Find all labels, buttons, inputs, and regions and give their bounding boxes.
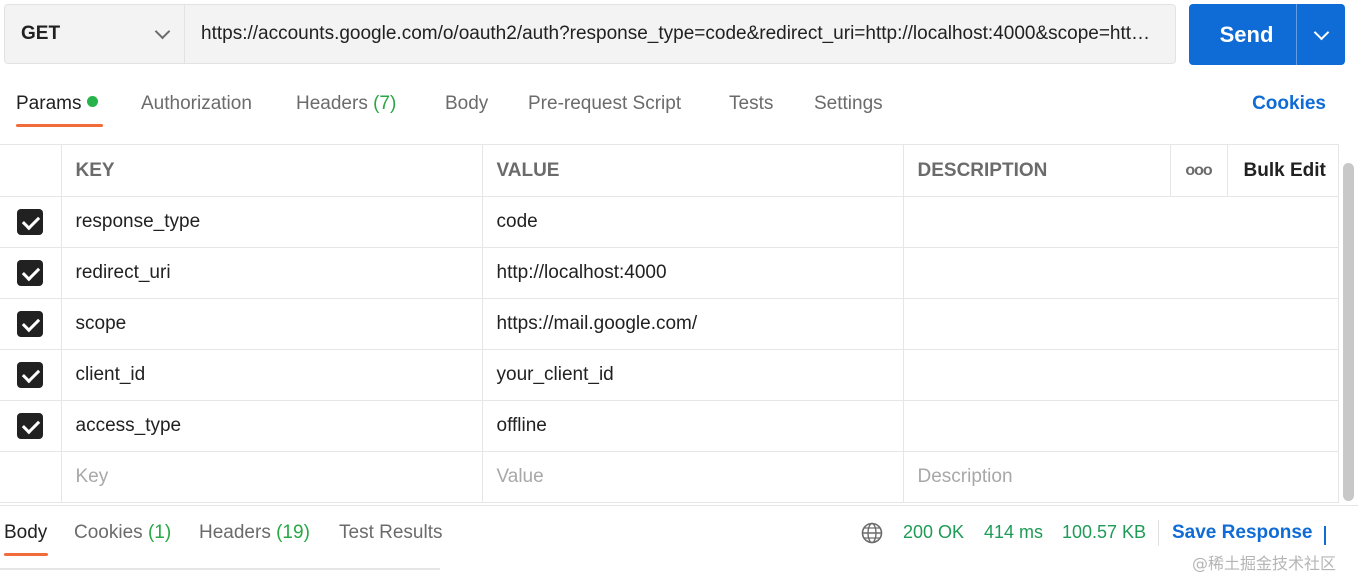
param-description-cell[interactable] — [902, 298, 1339, 350]
chevron-down-icon — [154, 23, 171, 40]
header-checkbox-cell — [0, 144, 62, 197]
tab-tests[interactable]: Tests — [729, 93, 773, 115]
checkbox-checked[interactable] — [17, 311, 44, 337]
response-tab-cookies[interactable]: Cookies (1) — [74, 522, 171, 544]
response-tab-cookies-count: (1) — [147, 522, 172, 543]
response-time[interactable]: 414 ms — [984, 522, 1043, 543]
globe-icon[interactable] — [861, 522, 883, 544]
column-header-description: DESCRIPTION — [902, 144, 1171, 197]
save-response-button[interactable]: Save Response — [1172, 522, 1312, 544]
method-label: GET — [21, 23, 61, 44]
watermark: @稀土掘金技术社区 — [1192, 554, 1337, 573]
more-options-icon[interactable]: ooo — [1169, 144, 1228, 197]
row-checkbox-cell — [0, 298, 62, 350]
new-param-row: Key Value Description — [0, 451, 1339, 503]
row-checkbox-cell — [0, 451, 62, 503]
tab-settings[interactable]: Settings — [814, 93, 883, 115]
param-value-cell[interactable]: https://mail.google.com/ — [481, 298, 904, 350]
tab-params[interactable]: Params — [16, 93, 99, 115]
new-key-input[interactable]: Key — [60, 451, 483, 503]
param-key-cell[interactable]: scope — [60, 298, 483, 350]
tab-headers-count: (7) — [373, 93, 397, 114]
param-description-cell[interactable] — [902, 349, 1339, 401]
vertical-scrollbar[interactable] — [1343, 163, 1354, 501]
row-checkbox-cell — [0, 196, 62, 248]
response-divider — [0, 568, 440, 570]
request-tabs: Params Authorization Headers (7) Body Pr… — [0, 80, 1358, 128]
param-value-cell[interactable]: code — [481, 196, 904, 248]
active-tab-underline — [16, 124, 103, 127]
new-description-input[interactable]: Description — [902, 451, 1339, 503]
param-description-cell[interactable] — [902, 247, 1339, 299]
send-button-group: Send — [1189, 4, 1345, 65]
response-tab-headers-label: Headers — [199, 522, 271, 543]
table-row: response_type code — [0, 196, 1339, 248]
checkbox-checked[interactable] — [17, 362, 44, 388]
checkbox-checked[interactable] — [17, 209, 44, 235]
response-tab-headers[interactable]: Headers (19) — [199, 522, 310, 544]
tab-headers[interactable]: Headers (7) — [296, 93, 396, 115]
method-select[interactable]: GET — [5, 5, 185, 63]
cookies-link[interactable]: Cookies — [1252, 93, 1326, 115]
table-row: scope https://mail.google.com/ — [0, 298, 1339, 350]
active-params-dot-icon — [87, 96, 99, 108]
param-key-cell[interactable]: response_type — [60, 196, 483, 248]
response-size[interactable]: 100.57 KB — [1062, 522, 1146, 543]
tab-authorization[interactable]: Authorization — [141, 93, 252, 115]
row-checkbox-cell — [0, 349, 62, 401]
param-key-cell[interactable]: redirect_uri — [60, 247, 483, 299]
response-tab-cookies-label: Cookies — [74, 522, 143, 543]
table-row: client_id your_client_id — [0, 349, 1339, 401]
tab-prerequest-script[interactable]: Pre-request Script — [528, 93, 681, 115]
response-separator — [1158, 520, 1159, 546]
url-input[interactable]: https://accounts.google.com/o/oauth2/aut… — [185, 23, 1175, 45]
status-code[interactable]: 200 OK — [903, 522, 964, 543]
checkbox-checked[interactable] — [17, 413, 44, 439]
checkbox-checked[interactable] — [17, 260, 44, 286]
send-dropdown-button[interactable] — [1297, 24, 1345, 40]
column-header-key: KEY — [60, 144, 483, 197]
params-table: KEY VALUE DESCRIPTION ooo Bulk Edit resp… — [0, 144, 1339, 503]
table-row: access_type offline — [0, 400, 1339, 452]
column-header-value: VALUE — [481, 144, 904, 197]
param-key-cell[interactable]: access_type — [60, 400, 483, 452]
chevron-down-icon — [1324, 526, 1326, 545]
response-tab-headers-count: (19) — [276, 522, 310, 543]
chevron-down-icon — [1313, 24, 1329, 40]
table-row: redirect_uri http://localhost:4000 — [0, 247, 1339, 299]
tab-params-label: Params — [16, 93, 82, 114]
save-response-dropdown[interactable] — [1324, 526, 1326, 545]
param-value-cell[interactable]: offline — [481, 400, 904, 452]
bulk-edit-button[interactable]: Bulk Edit — [1226, 144, 1339, 197]
param-value-cell[interactable]: your_client_id — [481, 349, 904, 401]
row-checkbox-cell — [0, 247, 62, 299]
param-value-cell[interactable]: http://localhost:4000 — [481, 247, 904, 299]
row-checkbox-cell — [0, 400, 62, 452]
send-button[interactable]: Send — [1189, 22, 1296, 48]
param-description-cell[interactable] — [902, 400, 1339, 452]
param-description-cell[interactable] — [902, 196, 1339, 248]
tab-headers-label: Headers — [296, 93, 368, 114]
params-header-row: KEY VALUE DESCRIPTION ooo Bulk Edit — [0, 144, 1339, 197]
request-url-bar: GET https://accounts.google.com/o/oauth2… — [4, 4, 1176, 64]
new-value-input[interactable]: Value — [481, 451, 904, 503]
param-key-cell[interactable]: client_id — [60, 349, 483, 401]
tab-body[interactable]: Body — [445, 93, 488, 115]
response-bar: Body Cookies (1) Headers (19) Test Resul… — [0, 505, 1358, 573]
response-tab-body[interactable]: Body — [4, 522, 47, 544]
response-tab-test-results[interactable]: Test Results — [339, 522, 442, 544]
active-response-tab-underline — [4, 553, 48, 556]
